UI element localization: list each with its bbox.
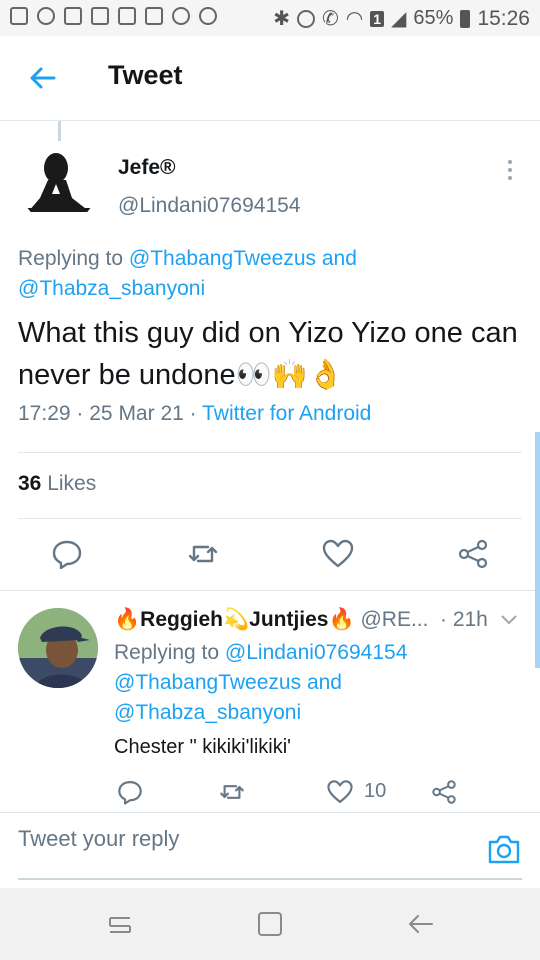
- clock: 15:26: [477, 6, 530, 30]
- status-bar: ✱ ✆ ◠ 1 ◢ 65% 15:26: [0, 0, 540, 36]
- reply-replying-to: Replying to @Lindani07694154 @ThabangTwe…: [114, 638, 524, 728]
- share-icon: [432, 780, 456, 804]
- thread-connector: [58, 121, 61, 141]
- likes-summary[interactable]: 36 Likes: [18, 472, 96, 496]
- dot-icon: [508, 168, 512, 172]
- author-handle[interactable]: @Lindani07694154: [118, 194, 300, 218]
- heart-icon: [327, 780, 353, 803]
- chevron-down-icon: [501, 615, 517, 625]
- bluetooth-icon: ✱: [273, 8, 290, 30]
- comment-icon: [118, 781, 142, 805]
- alarm-icon: [297, 9, 315, 28]
- signal-icon: ◢: [391, 8, 407, 30]
- back-arrow-icon: [409, 915, 433, 933]
- reply-author-handle[interactable]: @RE...: [360, 608, 428, 631]
- reply-header: 🔥Reggieh💫Juntjies🔥 @RE...: [114, 608, 428, 632]
- retweet-icon: [188, 545, 218, 563]
- app-header: Tweet: [0, 36, 540, 121]
- wifi-icon: ◠: [345, 8, 364, 30]
- reply-retweet-button[interactable]: [218, 778, 246, 806]
- battery-icon: [460, 9, 471, 28]
- reply-time: · 21h: [440, 608, 488, 631]
- replying-and[interactable]: and: [307, 671, 342, 694]
- mention-link[interactable]: @Thabza_sbanyoni: [18, 277, 205, 300]
- reply-text: Chester " kikiki'likiki': [114, 736, 291, 758]
- reply-like-button[interactable]: [326, 778, 354, 806]
- avatar[interactable]: [20, 146, 98, 224]
- mention-link[interactable]: @Lindani07694154: [225, 641, 407, 664]
- reply-share-button[interactable]: [430, 778, 458, 806]
- divider: [18, 452, 522, 453]
- tweet-meta: 17:29 · 25 Mar 21 · Twitter for Android: [18, 402, 372, 425]
- retweet-icon: [220, 785, 244, 799]
- reply-like-count: 10: [364, 780, 387, 802]
- replying-to: Replying to @ThabangTweezus and @Thabza_…: [18, 244, 518, 304]
- message-icon: [10, 7, 28, 25]
- mention-link[interactable]: @Thabza_sbanyoni: [114, 701, 301, 724]
- likes-count: 36: [18, 472, 42, 495]
- tweet-date: 25 Mar 21: [89, 402, 184, 425]
- tweet-text: What this guy did on Yizo Yizo one can n…: [18, 317, 518, 391]
- system-icons: ✱ ✆ ◠ 1 ◢ 65% 15:26: [273, 6, 530, 31]
- replying-prefix: Replying to: [114, 641, 220, 664]
- likes-label: Likes: [47, 472, 97, 495]
- arrow-left-icon: [30, 67, 56, 89]
- whatsapp-icon: [37, 7, 55, 25]
- share-icon: [458, 539, 488, 569]
- home-icon: [258, 912, 282, 936]
- mention-link[interactable]: @ThabangTweezus: [129, 247, 316, 270]
- like-button[interactable]: [321, 537, 355, 571]
- reply-options-button[interactable]: [500, 612, 518, 628]
- system-back-button[interactable]: [404, 908, 436, 940]
- recents-button[interactable]: [104, 908, 136, 940]
- camera-app-icon: [199, 7, 217, 25]
- camera-button[interactable]: [486, 832, 522, 866]
- tweet-source[interactable]: Twitter for Android: [202, 402, 371, 425]
- reply-reply-button[interactable]: [116, 778, 144, 806]
- comment-icon: [52, 540, 82, 570]
- reply-author-name[interactable]: 🔥Reggieh💫Juntjies🔥: [114, 608, 355, 631]
- reply-avatar-image: [18, 608, 98, 688]
- divider: [18, 518, 522, 519]
- dot-icon: [508, 176, 512, 180]
- reply-avatar[interactable]: [18, 608, 98, 688]
- call-icon: ✆: [322, 8, 339, 30]
- recents-icon: [109, 917, 131, 933]
- reply-input[interactable]: Tweet your reply: [18, 826, 458, 852]
- image-icon: [145, 7, 163, 25]
- input-underline: [18, 878, 522, 880]
- gmail-icon: [64, 7, 82, 25]
- avatar-image: [20, 146, 98, 224]
- scrollbar[interactable]: [535, 432, 540, 668]
- camera-icon: [488, 835, 520, 864]
- replying-and[interactable]: and: [322, 247, 357, 270]
- retweet-button[interactable]: [186, 537, 220, 571]
- replying-prefix: Replying to: [18, 247, 124, 270]
- checkbox-icon: [118, 7, 136, 25]
- dot-icon: [508, 160, 512, 164]
- system-navigation-bar: [0, 888, 540, 960]
- author-name[interactable]: Jefe®: [118, 156, 176, 180]
- reply-button[interactable]: [50, 537, 84, 571]
- heart-icon: [322, 539, 354, 568]
- home-button[interactable]: [254, 908, 286, 940]
- sim-badge: 1: [370, 10, 385, 27]
- more-options-button[interactable]: [500, 160, 520, 184]
- share-button[interactable]: [456, 537, 490, 571]
- page-title: Tweet: [108, 60, 183, 90]
- tweet-time: 17:29: [18, 402, 71, 425]
- battery-level: 65%: [413, 7, 454, 29]
- camera-app-icon: [172, 7, 190, 25]
- back-button[interactable]: [26, 61, 60, 95]
- notification-icons: [10, 7, 217, 25]
- gmail-icon: [91, 7, 109, 25]
- mention-link[interactable]: @ThabangTweezus: [114, 671, 301, 694]
- divider: [0, 590, 540, 591]
